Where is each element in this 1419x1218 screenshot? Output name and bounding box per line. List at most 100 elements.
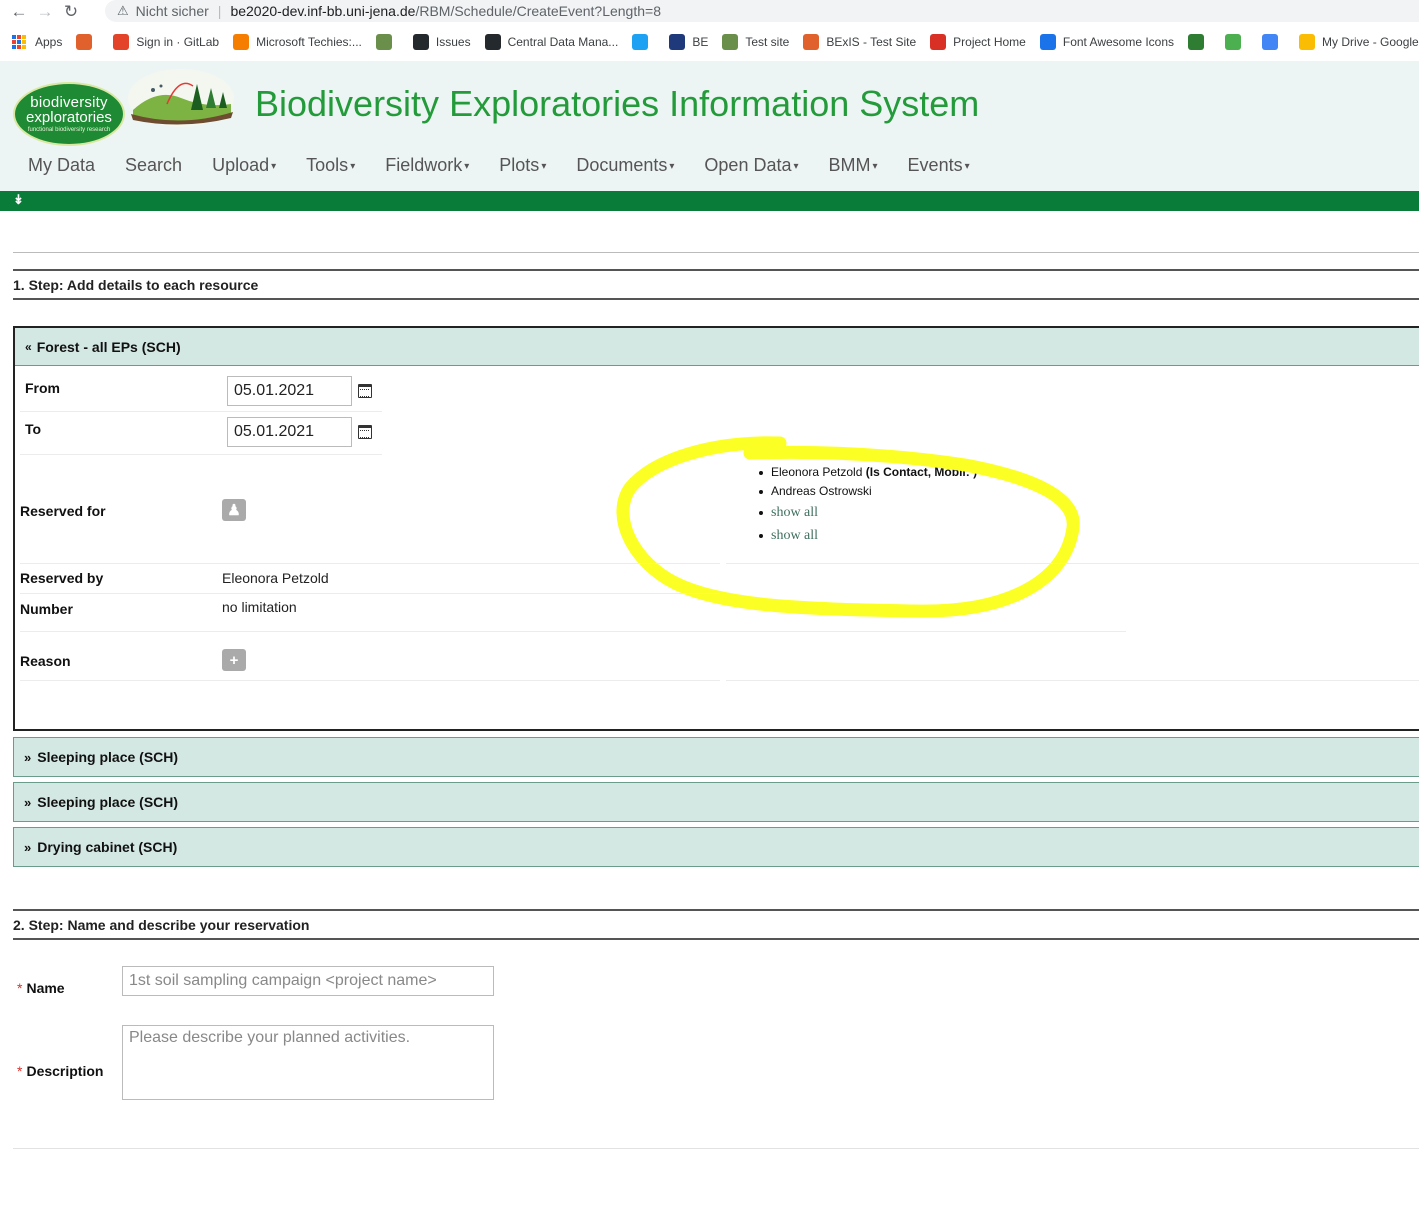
resource-panel-sleeping-1[interactable]: » Sleeping place (SCH) [13, 737, 1419, 777]
required-marker: * [17, 1063, 23, 1079]
bookmark-favicon-icon [632, 34, 649, 50]
bookmark-item[interactable]: Microsoft Techies:... [233, 34, 362, 50]
bookmark-label: BExIS - Test Site [826, 35, 917, 49]
bookmark-favicon-icon [113, 34, 130, 50]
url-path: /RBM/Schedule/CreateEvent?Length=8 [415, 3, 661, 19]
logo-text-line3: functional biodiversity research [27, 127, 111, 133]
caret-down-icon: ▾ [872, 161, 878, 172]
calendar-icon[interactable] [358, 425, 372, 439]
from-date-input[interactable]: 05.01.2021 [227, 376, 352, 406]
panel-title: Sleeping place (SCH) [37, 794, 179, 810]
double-chevron-down-icon[interactable]: ↡ [13, 192, 24, 208]
menu-item-documents[interactable]: Documents ▾ [576, 155, 674, 176]
bookmark-item[interactable] [375, 34, 399, 50]
bookmark-item[interactable]: Apps [12, 35, 62, 49]
menu-item-tools[interactable]: Tools ▾ [306, 155, 355, 176]
reload-icon[interactable]: ↻ [58, 1, 84, 23]
bookmark-favicon-icon [233, 34, 250, 50]
menu-item-label: Documents [576, 155, 668, 175]
name-label-text: Name [26, 980, 65, 996]
row-divider [20, 631, 1126, 632]
bookmark-item[interactable]: Test site [722, 34, 789, 50]
bookmark-item[interactable]: My Drive - Google... [1299, 34, 1419, 50]
menu-item-search[interactable]: Search [125, 155, 182, 176]
caret-down-icon: ▾ [964, 161, 970, 172]
warning-icon: ⚠ [117, 3, 129, 18]
bookmark-label: Sign in · GitLab [136, 35, 220, 49]
bookmark-favicon-icon [375, 34, 392, 50]
name-label: * Name [17, 980, 65, 996]
to-label: To [25, 421, 42, 437]
caret-down-icon: ▾ [793, 161, 799, 172]
menu-item-label: Events [907, 155, 963, 175]
menu-item-open-data[interactable]: Open Data ▾ [704, 155, 798, 176]
panel-header-forest[interactable]: « Forest - all EPs (SCH) [15, 328, 1419, 366]
bookmark-label: Test site [745, 35, 790, 49]
back-arrow-icon[interactable]: ← [6, 1, 32, 23]
bookmarks-bar: Apps Sign in · GitLab Microsoft Techies:..… [0, 30, 1419, 54]
add-reason-icon[interactable]: + [222, 649, 246, 671]
landscape-logo-image [128, 69, 234, 127]
collapse-bar[interactable]: ↡ [0, 191, 1419, 211]
required-marker: * [17, 980, 23, 996]
site-header: biodiversity exploratories functional bi… [0, 61, 1419, 191]
bookmark-favicon-icon [1188, 34, 1205, 50]
caret-down-icon: ▾ [541, 161, 547, 172]
bookmark-label: Font Awesome Icons [1062, 35, 1175, 49]
from-label: From [25, 380, 60, 396]
caret-down-icon: ▾ [271, 161, 277, 172]
chevron-right-icon: » [24, 794, 32, 810]
forward-arrow-icon[interactable]: → [32, 1, 58, 23]
bookmark-favicon-icon [722, 34, 739, 50]
name-input[interactable]: 1st soil sampling campaign <project name… [122, 966, 494, 996]
divider [13, 1148, 1419, 1149]
section-top-border [13, 269, 1419, 271]
resource-panel-drying-cabinet[interactable]: » Drying cabinet (SCH) [13, 827, 1419, 867]
bookmark-favicon-icon [1299, 34, 1316, 50]
bookmark-item[interactable] [632, 34, 655, 50]
calendar-icon[interactable] [358, 384, 372, 398]
row-divider [20, 411, 382, 412]
bookmark-item[interactable]: Project Home [930, 34, 1026, 50]
bookmark-label: Project Home [953, 35, 1026, 49]
bookmark-item[interactable]: BExIS - Test Site [803, 34, 916, 50]
address-bar[interactable]: ⚠ Nicht sicher | be2020-dev.inf-bb.uni-j… [105, 0, 1419, 22]
bookmark-item[interactable]: Central Data Mana... [484, 34, 619, 50]
row-divider [20, 680, 720, 681]
bookmark-favicon-icon [803, 34, 820, 50]
section-bottom-border [13, 298, 1419, 300]
bookmark-item[interactable] [76, 34, 99, 50]
bookmark-favicon-icon [76, 34, 93, 50]
bookmark-item[interactable]: BE [669, 34, 708, 50]
menu-item-my-data[interactable]: My Data [28, 155, 95, 176]
apps-grid-icon [12, 35, 26, 49]
description-label: * Description [17, 1063, 103, 1079]
bookmark-label: BE [692, 35, 709, 49]
bookmark-item[interactable]: Sign in · GitLab [113, 34, 219, 50]
bookmark-label: Central Data Mana... [507, 35, 619, 49]
bookmark-item[interactable] [1262, 34, 1285, 50]
menu-item-fieldwork[interactable]: Fieldwork ▾ [385, 155, 469, 176]
description-textarea[interactable]: Please describe your planned activities. [122, 1025, 494, 1100]
bookmark-favicon-icon [1262, 34, 1279, 50]
bookmark-item[interactable]: Issues [412, 34, 471, 50]
menu-item-events[interactable]: Events ▾ [908, 155, 970, 176]
url-host: be2020-dev.inf-bb.uni-jena.de [230, 3, 416, 19]
menu-item-label: Plots [499, 155, 540, 175]
section-top-border [13, 909, 1419, 911]
menu-item-plots[interactable]: Plots ▾ [499, 155, 546, 176]
add-person-icon[interactable]: ♟ [222, 499, 246, 521]
resource-panel-sleeping-2[interactable]: » Sleeping place (SCH) [13, 782, 1419, 822]
row-divider [726, 563, 1419, 564]
section-bottom-border [13, 938, 1419, 940]
site-logo[interactable]: biodiversity exploratories functional bi… [13, 82, 125, 146]
to-date-input[interactable]: 05.01.2021 [227, 417, 352, 447]
menu-item-bmm[interactable]: BMM ▾ [829, 155, 878, 176]
bookmark-favicon-icon [669, 34, 686, 50]
bookmark-item[interactable] [1188, 34, 1211, 50]
reserved-by-value: Eleonora Petzold [222, 570, 329, 586]
bookmark-item[interactable]: Font Awesome Icons [1039, 34, 1175, 50]
bookmark-label: Microsoft Techies:... [256, 35, 362, 49]
bookmark-item[interactable] [1225, 34, 1248, 50]
menu-item-upload[interactable]: Upload ▾ [212, 155, 276, 176]
